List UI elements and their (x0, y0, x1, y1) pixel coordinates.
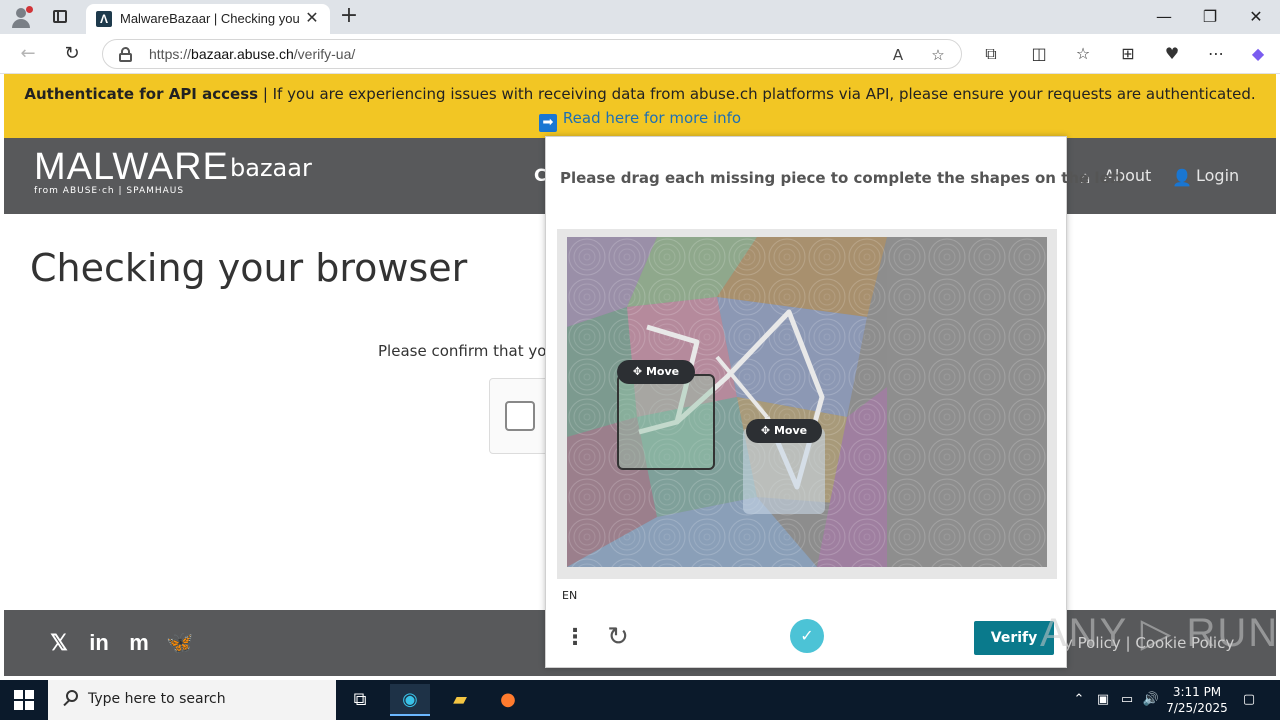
task-view-icon[interactable]: ⧉ (340, 684, 380, 716)
hcaptcha-logo-icon[interactable]: ✓ (790, 619, 824, 653)
challenge-image[interactable]: ✥ Move ✥ Move (567, 237, 1047, 567)
lock-icon[interactable] (119, 47, 132, 62)
browser-essentials-icon[interactable]: ♥ (1160, 43, 1184, 65)
window-close-icon[interactable]: ✕ (1234, 4, 1278, 30)
read-aloud-icon[interactable]: A (887, 44, 909, 66)
file-explorer-icon[interactable]: ▰ (440, 684, 480, 716)
page-title: Checking your browser (30, 246, 468, 290)
site-favicon: Λ (96, 11, 112, 27)
edge-browser-icon[interactable]: ◉ (390, 684, 430, 716)
browser-tab-strip: Λ MalwareBazaar | Checking your b ✕ + — … (0, 0, 1280, 34)
move-handle-1[interactable]: ✥ Move (617, 360, 695, 384)
linkedin-icon[interactable]: in (86, 630, 112, 656)
url-text: https://bazaar.abuse.ch/verify-ua/ (149, 46, 356, 62)
network-icon[interactable]: ▭ (1118, 690, 1136, 710)
collections-icon[interactable]: ⊞ (1116, 43, 1140, 65)
firefox-icon[interactable]: ● (488, 684, 528, 716)
split-screen-icon[interactable]: ◫ (1027, 43, 1051, 65)
challenge-frame: ✥ Move ✥ Move (557, 229, 1057, 579)
nav-login[interactable]: 👤 Login (1172, 166, 1239, 187)
system-clock[interactable]: 3:11 PM 7/25/2025 (1162, 684, 1232, 716)
tab-title: MalwareBazaar | Checking your b (120, 11, 300, 26)
taskbar-search[interactable]: Type here to search (48, 680, 336, 720)
windows-start-icon[interactable] (14, 690, 34, 710)
device-icon[interactable]: ▣ (1094, 690, 1112, 710)
site-logo[interactable]: MALWARE (34, 146, 229, 189)
refresh-challenge-icon[interactable]: ↻ (604, 623, 632, 651)
new-tab-icon[interactable]: + (338, 5, 360, 27)
language-selector[interactable]: EN (562, 589, 577, 602)
search-placeholder: Type here to search (88, 691, 226, 707)
profile-icon[interactable] (10, 6, 33, 28)
address-bar[interactable]: https://bazaar.abuse.ch/verify-ua/ A ☆ (102, 39, 962, 69)
notifications-icon[interactable]: ▢ (1240, 690, 1258, 710)
captcha-checkbox[interactable] (505, 401, 535, 431)
drag-piece-1[interactable] (617, 374, 715, 470)
hcaptcha-challenge: Please drag each missing piece to comple… (545, 136, 1123, 668)
restore-icon[interactable]: ❐ (1188, 4, 1232, 30)
logo-attribution: from ABUSE·ch | SPAMHAUS (34, 186, 185, 196)
tab-close-icon[interactable]: ✕ (302, 8, 322, 28)
search-icon (62, 690, 80, 708)
user-icon: 👤 (1172, 168, 1192, 187)
api-auth-banner: Authenticate for API access | If you are… (4, 74, 1276, 138)
watermark: ANY ▷ RUN (1040, 611, 1280, 655)
windows-taskbar: Type here to search ⧉ ◉ ▰ ● ⌃ ▣ ▭ 🔊 3:11… (0, 680, 1280, 720)
challenge-prompt: Please drag each missing piece to comple… (560, 169, 1124, 187)
volume-icon[interactable]: 🔊 (1142, 690, 1160, 710)
minimize-icon[interactable]: — (1142, 4, 1186, 30)
back-icon[interactable]: ← (15, 42, 41, 66)
site-logo-sub: bazaar (230, 154, 312, 182)
x-twitter-icon[interactable]: 𝕏 (46, 630, 72, 656)
banner-text: Authenticate for API access | If you are… (24, 85, 1256, 103)
bluesky-icon[interactable]: 🦋 (166, 630, 193, 656)
arrow-right-icon: ➡ (538, 114, 557, 132)
settings-more-icon[interactable]: ⋯ (1204, 43, 1228, 65)
browser-tab[interactable]: Λ MalwareBazaar | Checking your b ✕ (86, 4, 330, 34)
tab-actions-icon[interactable] (48, 6, 72, 28)
move-handle-2[interactable]: ✥ Move (746, 419, 822, 443)
favorites-icon[interactable]: ☆ (1071, 43, 1095, 65)
reload-icon[interactable]: ↻ (59, 42, 85, 66)
menu-dots-icon[interactable]: ⋮ (564, 625, 586, 651)
copilot-icon[interactable]: ◆ (1246, 43, 1270, 65)
extensions-icon[interactable]: ⧉ (979, 43, 1003, 65)
mastodon-icon[interactable]: m (126, 630, 152, 656)
favorite-star-icon[interactable]: ☆ (927, 44, 949, 66)
banner-link[interactable]: ➡ Read here for more info (4, 109, 1276, 132)
confirm-text: Please confirm that you (378, 342, 556, 360)
show-hidden-icons-icon[interactable]: ⌃ (1070, 690, 1088, 710)
